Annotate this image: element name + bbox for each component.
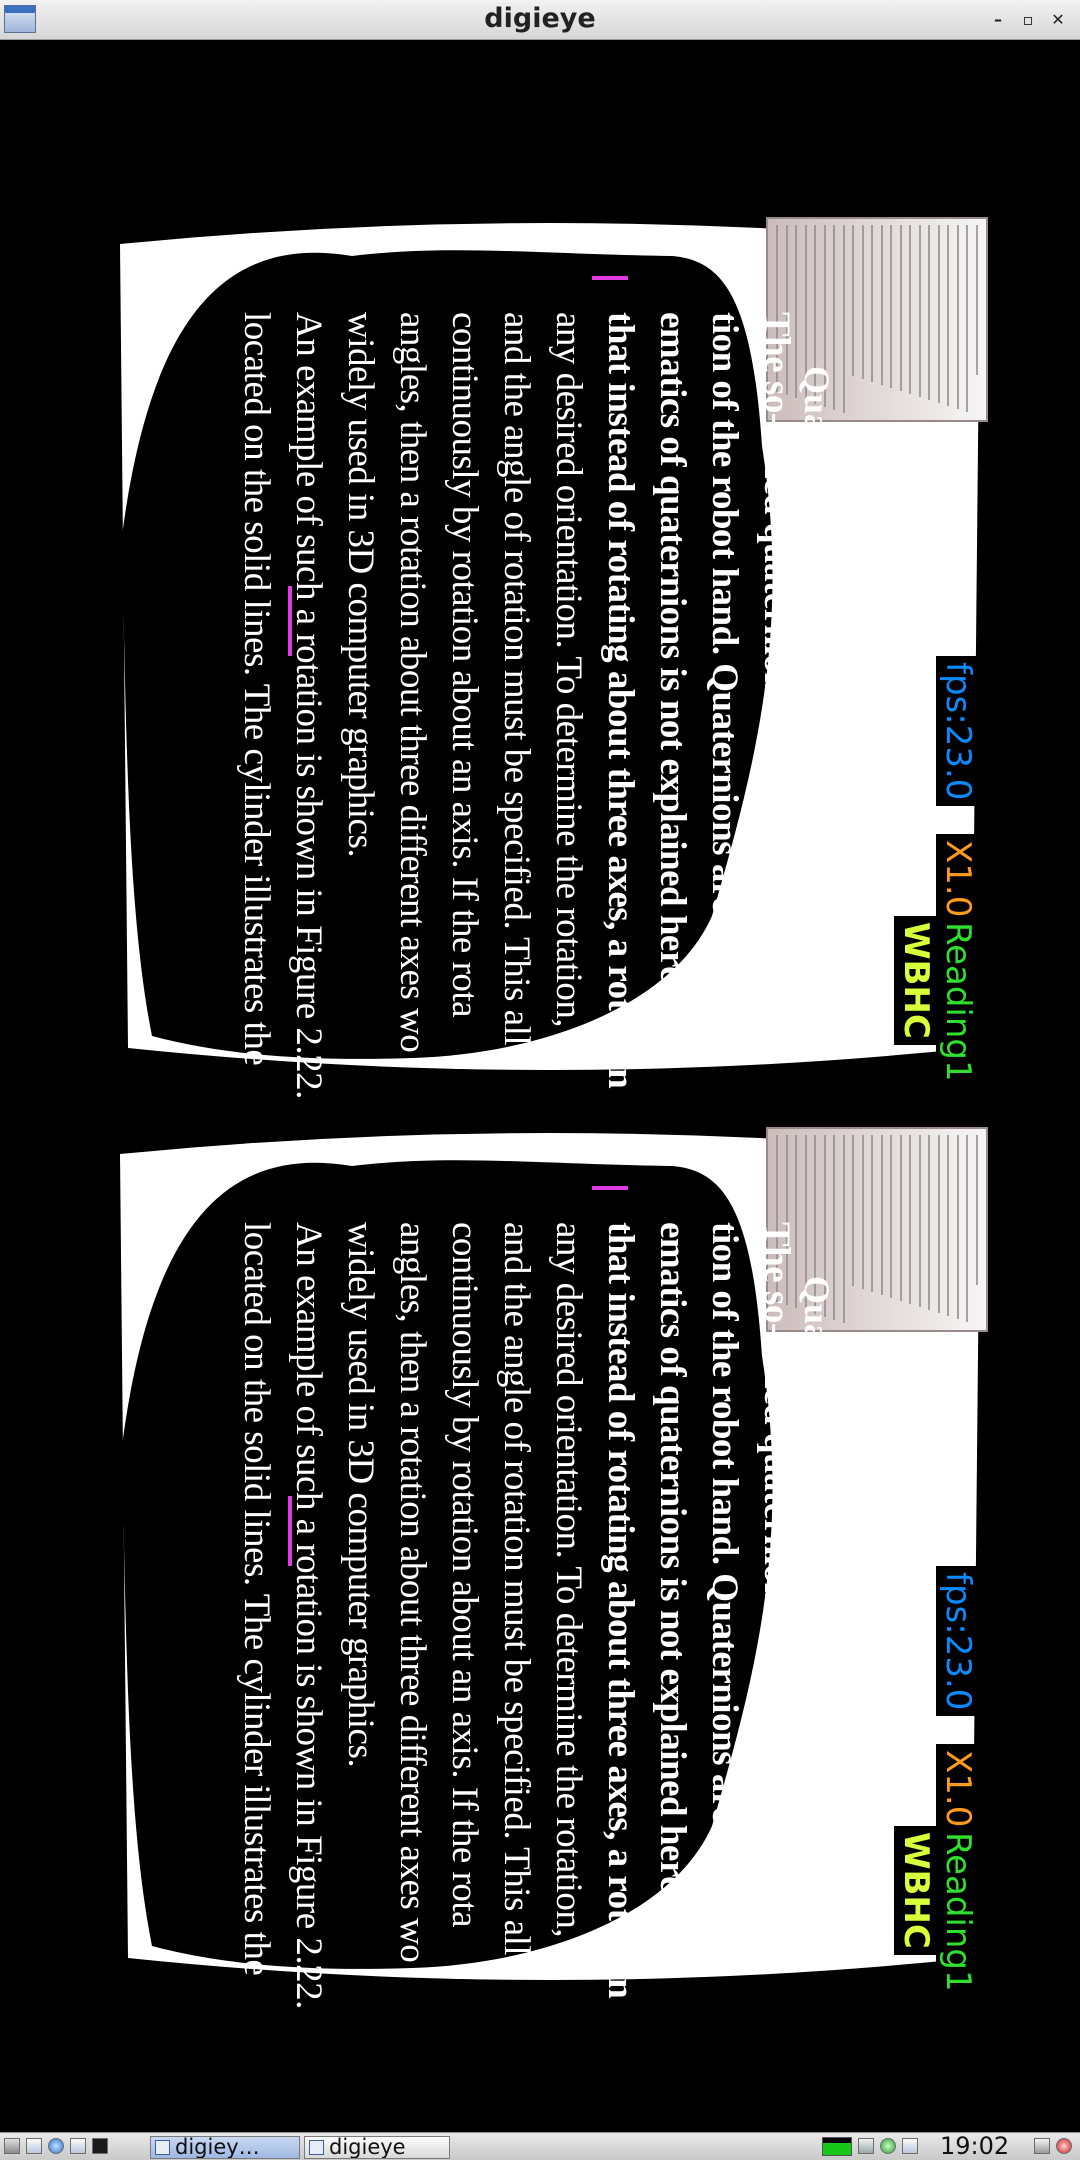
document-line: ematics of quaternions is not explained … [652,312,693,1044]
section-title: Quaternions [797,366,837,559]
maximize-button[interactable]: ▫ [1016,8,1040,32]
document-line: tion of the robot hand. Quaternions are … [704,1222,745,1941]
document-line: An example of such a rotation is shown i… [288,312,329,1099]
thumbnail-text-line [928,225,931,400]
taskbar: digiey… digieye 19:02 [0,2132,1080,2160]
eye-view-bottom: ation, one of the angles (φ, θ, Quaterni… [112,1126,988,2009]
thumbnail-text-line [947,225,950,406]
close-button[interactable]: ✕ [1046,8,1070,32]
thumbnail-text-line [919,1135,921,1307]
thumbnail-text-line [871,1135,874,1292]
minimize-all-icon[interactable] [26,2138,42,2154]
thumbnail-text-line [976,1135,978,1285]
document-line: The so-called quaternions have a special… [756,312,797,1030]
zoom-indicator: X1.0 [936,834,980,924]
thumbnail-text-line [957,1135,959,1319]
thumbnail-text-line [957,225,959,409]
thumbnail-text-line [928,1135,931,1310]
document-line: and the angle of rotation must be specif… [496,1222,537,1956]
volume-icon[interactable] [902,2138,918,2154]
task-label: digieye [329,2136,406,2159]
window-titlebar: digieye – ▫ ✕ [0,0,1080,40]
power-icon[interactable] [1056,2138,1072,2154]
thumbnail-text-line [862,225,864,379]
document-line: ematics of quaternions is not explained … [652,1222,693,1954]
document-line: The so-called quaternions have a special… [756,1222,797,1940]
thumbnail-text-line [909,1135,912,1304]
display-icon[interactable] [1034,2138,1050,2154]
eye-view-top: ation, one of the angles (φ, θ, Quaterni… [112,216,988,1099]
thumbnail-text-line [919,225,921,397]
zoom-indicator: X1.0 [936,1744,980,1834]
mode-indicator: Reading1 [936,1826,980,1998]
fps-indicator: fps:23.0 [936,656,980,807]
thumbnail-text-line [966,1135,969,1322]
mode-indicator: Reading1 [936,916,980,1088]
thumbnail-text-line [852,225,855,376]
thumbnail-text-line [843,225,845,413]
focus-marker [288,1496,292,1566]
thumbnail-text-line [938,1135,940,1313]
document-line: continuously by rotation about an axis. … [444,1222,485,1928]
window-icon [155,2140,170,2155]
thumbnail-text-line [900,225,902,391]
document-line: tion of the robot hand. Quaternions are … [704,312,745,1031]
thumbnail-text-line [852,1135,855,1286]
gpu-icon[interactable] [880,2138,896,2154]
document-line: angles, then a rotation about three diff… [392,1222,433,1963]
terminal-icon[interactable] [92,2138,108,2154]
thumbnail-text-line [843,1135,845,1323]
color-mode-indicator: WBHC [894,1826,938,1955]
cpu-monitor-icon[interactable] [822,2137,852,2156]
focus-marker [592,276,628,280]
task-label: digiey… [175,2136,260,2159]
heading-fragment: ation, one of the angles (φ, θ, [837,446,877,887]
thumbnail-text-line [976,225,978,375]
thumbnail-text-line [966,225,969,412]
focus-marker [592,1186,628,1190]
thumbnail-text-line [890,1135,893,1298]
thumbnail-text-line [871,225,874,382]
camera-viewer[interactable]: ation, one of the angles (φ, θ, Quaterni… [0,40,1080,2132]
thumbnail-text-line [900,1135,902,1301]
task-button-digieye-2[interactable]: digieye [304,2136,450,2159]
window-icon [309,2140,324,2155]
document-line: located on the solid lines. The cylinder… [236,312,277,1066]
document-line: any desired orientation. To determine th… [548,1222,589,1938]
window-title: digieye [484,3,596,34]
document-line: located on the solid lines. The cylinder… [236,1222,277,1976]
thumbnail-text-line [862,1135,864,1289]
menu-icon[interactable] [4,2138,20,2154]
thumbnail-text-line [947,1135,950,1316]
document-line: that instead of rotating about three axe… [600,312,641,1089]
document-line: and the angle of rotation must be specif… [496,312,537,1046]
document-line: An example of such a rotation is shown i… [288,1222,329,2009]
heading-fragment: ation, one of the angles (φ, θ, [837,1356,877,1797]
document-line: any desired orientation. To determine th… [548,312,589,1028]
thumbnail-text-line [881,1135,883,1295]
files-icon[interactable] [70,2138,86,2154]
thumbnail-text-line [881,225,883,385]
thumbnail-text-line [938,225,940,403]
document-line: widely used in 3D computer graphics. [340,312,381,858]
minimize-button[interactable]: – [986,8,1010,32]
network-icon[interactable] [858,2138,874,2154]
document-line: continuously by rotation about an axis. … [444,312,485,1018]
color-mode-indicator: WBHC [894,916,938,1045]
thumbnail-text-line [909,225,912,394]
fps-indicator: fps:23.0 [936,1566,980,1717]
section-title: Quaternions [797,1276,837,1469]
browser-icon[interactable] [48,2138,64,2154]
clock[interactable]: 19:02 [940,2133,1009,2160]
focus-marker [288,586,292,656]
document-line: angles, then a rotation about three diff… [392,312,433,1053]
task-button-digieye-1[interactable]: digiey… [150,2136,300,2159]
thumbnail-text-line [890,225,893,388]
document-line: that instead of rotating about three axe… [600,1222,641,1999]
document-line: widely used in 3D computer graphics. [340,1222,381,1768]
